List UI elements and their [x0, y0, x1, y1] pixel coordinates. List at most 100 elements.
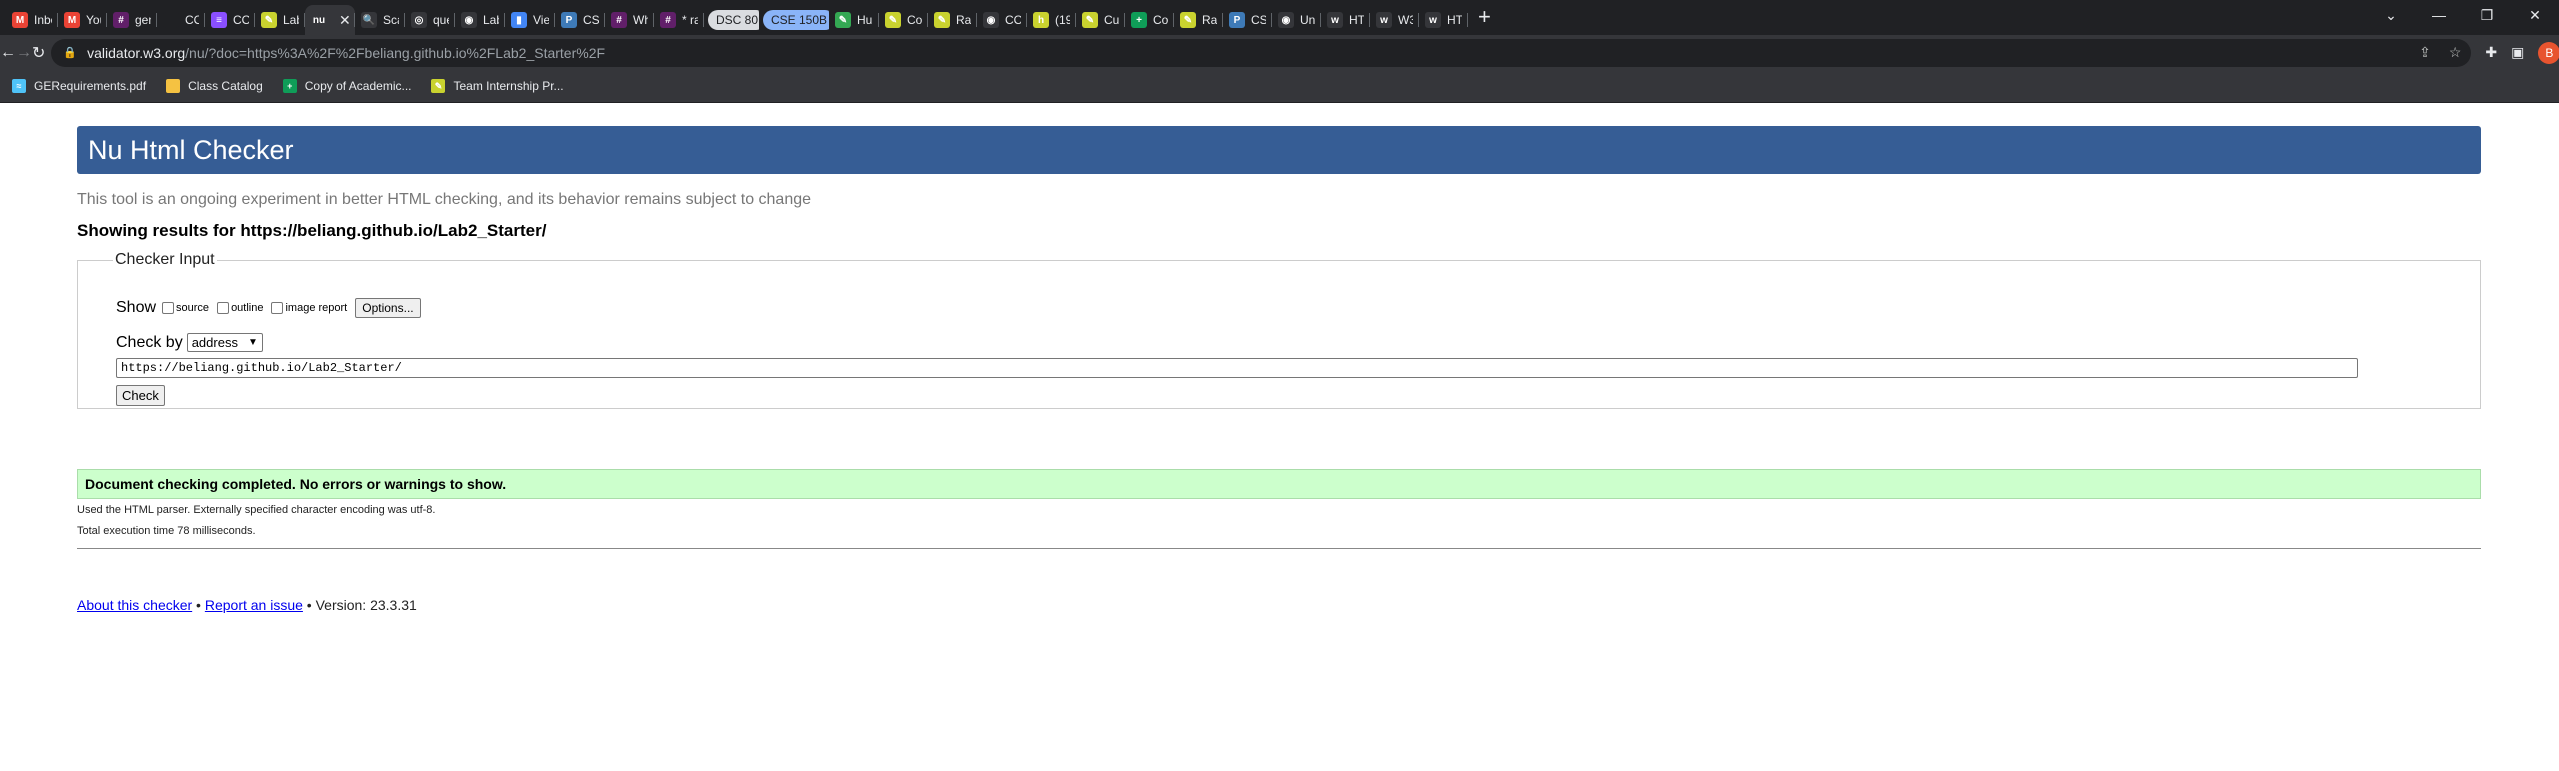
browser-tab[interactable]: h (19) Ini [1027, 5, 1076, 35]
browser-tab[interactable]: ◉ Lab2_S [455, 5, 505, 35]
share-icon[interactable]: ⇪ [2419, 44, 2431, 61]
extensions-puzzle-icon[interactable]: ✚ [2485, 44, 2497, 61]
check-button[interactable]: Check [116, 385, 165, 406]
tab-title: Lab2_S [483, 13, 499, 27]
browser-tab[interactable]: P CSE 10 [555, 5, 605, 35]
piazza-icon: P [561, 12, 577, 28]
tab-search-icon[interactable]: ⌄ [2367, 7, 2415, 24]
url-path: /nu/?doc=https%3A%2F%2Fbeliang.github.io… [185, 44, 606, 61]
w3schools-icon: w [1327, 12, 1343, 28]
browser-tab[interactable]: w HTML [1321, 5, 1370, 35]
tab-title: HTML [1349, 13, 1364, 27]
close-tab-icon[interactable]: ✕ [339, 12, 351, 29]
browser-tab[interactable]: ✎ Compu [879, 5, 928, 35]
browser-tab[interactable]: DSC 80 [704, 5, 759, 35]
slack-icon: # [611, 12, 627, 28]
browser-tab[interactable]: ▮ View Su [505, 5, 555, 35]
bookmark-item[interactable]: + Copy of Academic... [282, 79, 412, 93]
side-panel-icon[interactable]: ▣ [2511, 44, 2524, 61]
bookmark-label: Team Internship Pr... [453, 79, 564, 93]
browser-tab[interactable]: + Copy o [1125, 5, 1174, 35]
piazza-icon: P [1229, 12, 1245, 28]
browser-tab[interactable]: ✎ Lab W [255, 5, 305, 35]
timing-info: Total execution time 78 milliseconds. [77, 525, 256, 537]
browser-tab[interactable]: # genera [107, 5, 157, 35]
browser-tab[interactable]: w HTML [1419, 5, 1468, 35]
check-by-select[interactable]: address ▼ [186, 333, 263, 352]
browser-tab[interactable]: 🔍 Scaven [355, 5, 405, 35]
show-options-row: Show source outline image report Options… [116, 298, 421, 318]
browser-tab[interactable]: M Inbox ( [6, 5, 58, 35]
browser-tab[interactable]: P CSE 15 [1223, 5, 1272, 35]
back-arrow-icon[interactable]: ← [0, 36, 16, 70]
bookmark-label: Copy of Academic... [304, 79, 412, 93]
tab-title: Rady S [1202, 13, 1217, 27]
show-image-report-checkbox[interactable]: image report [271, 302, 347, 314]
tab-title: COMP [233, 13, 249, 27]
new-tab-plus-icon[interactable]: + [1468, 0, 1501, 35]
browser-tab[interactable]: w W3Sch [1370, 5, 1419, 35]
report-issue-link[interactable]: Report an issue [205, 597, 303, 613]
check-by-row: Check by address ▼ [116, 333, 263, 352]
browser-tab[interactable]: CSE 150B [759, 5, 829, 35]
show-source-checkbox[interactable]: source [162, 302, 209, 314]
github-icon: ◉ [983, 12, 999, 28]
browser-tab[interactable]: ✎ Hunga [829, 5, 879, 35]
browser-tab[interactable]: ◎ questio [405, 5, 455, 35]
github-icon: ◉ [1278, 12, 1294, 28]
chart-icon: ▮ [511, 12, 527, 28]
bookmark-item[interactable]: ✎ Team Internship Pr... [431, 79, 564, 93]
url-host: validator.w3.org [87, 44, 186, 61]
browser-tab[interactable]: ◉ COGS1 [977, 5, 1027, 35]
doc-icon: ≡ [211, 12, 227, 28]
leaf-icon: ✎ [261, 12, 277, 28]
restore-icon[interactable]: ❐ [2463, 7, 2511, 24]
browser-tab[interactable]: # * rando [654, 5, 704, 35]
browser-tab[interactable]: nuSho✕ [305, 5, 355, 35]
options-button[interactable]: Options... [355, 298, 421, 318]
page-content: Nu Html Checker This tool is an ongoing … [0, 103, 2559, 771]
tab-title: questio [433, 13, 449, 27]
profile-avatar[interactable]: B [2538, 41, 2559, 64]
slack-icon: # [113, 12, 129, 28]
show-outline-checkbox[interactable]: outline [217, 302, 263, 314]
tab-title: Scaven [383, 13, 399, 27]
tab-title: Lab W [283, 13, 299, 27]
leaf-icon: ✎ [431, 79, 446, 93]
browser-tab[interactable]: ◉ Unders [1272, 5, 1321, 35]
bookmark-item[interactable]: ≈ GERequirements.pdf [12, 79, 146, 93]
browser-tab[interactable]: ≡ COMP [205, 5, 255, 35]
tab-title: Curren [1104, 13, 1119, 27]
browser-tab[interactable]: M Your ne [58, 5, 107, 35]
browser-tab[interactable]: ✎ Rady S [1174, 5, 1223, 35]
browser-tab[interactable]: ✎ Curren [1076, 5, 1125, 35]
document-url-input[interactable]: https://beliang.github.io/Lab2_Starter/ [116, 358, 2358, 378]
minimize-icon[interactable]: — [2415, 7, 2463, 23]
address-bar[interactable]: 🔒 validator.w3.org/nu/?doc=https%3A%2F%2… [51, 38, 2472, 67]
tab-group-label[interactable]: CSE 150B [763, 10, 829, 30]
about-checker-link[interactable]: About this checker [77, 597, 192, 613]
browser-tab[interactable]: ✎ Rady S [928, 5, 977, 35]
tab-title: Your ne [86, 13, 101, 27]
file-icon: ≈ [12, 79, 26, 93]
browser-tab[interactable]: COMP [157, 5, 205, 35]
reload-icon[interactable]: ↻ [32, 36, 45, 70]
tab-title: Rady S [956, 13, 971, 27]
forward-arrow-icon[interactable]: → [16, 36, 32, 70]
bookmark-star-icon[interactable]: ☆ [2449, 44, 2462, 61]
leaf-icon: ✎ [1180, 12, 1196, 28]
sheets-icon: + [282, 79, 297, 93]
lock-icon[interactable]: 🔒 [63, 46, 77, 59]
tab-group-label[interactable]: DSC 80 [708, 10, 759, 30]
blank-icon [163, 12, 179, 28]
close-window-icon[interactable]: ✕ [2511, 7, 2559, 24]
gmail-icon: M [64, 12, 80, 28]
search-icon: 🔍 [361, 12, 377, 28]
tab-title: HTML [1447, 13, 1462, 27]
tab-list: M Inbox (M Your ne # genera COMP ≡ COMP ✎ Lab W nu… [0, 0, 1501, 35]
bookmark-item[interactable]: Class Catalog [166, 79, 263, 93]
browser-tab[interactable]: # Where [605, 5, 654, 35]
page-title: Nu Html Checker [77, 126, 2481, 174]
tab-title: W3Sch [1398, 13, 1413, 27]
check-by-label: Check by [116, 333, 183, 351]
